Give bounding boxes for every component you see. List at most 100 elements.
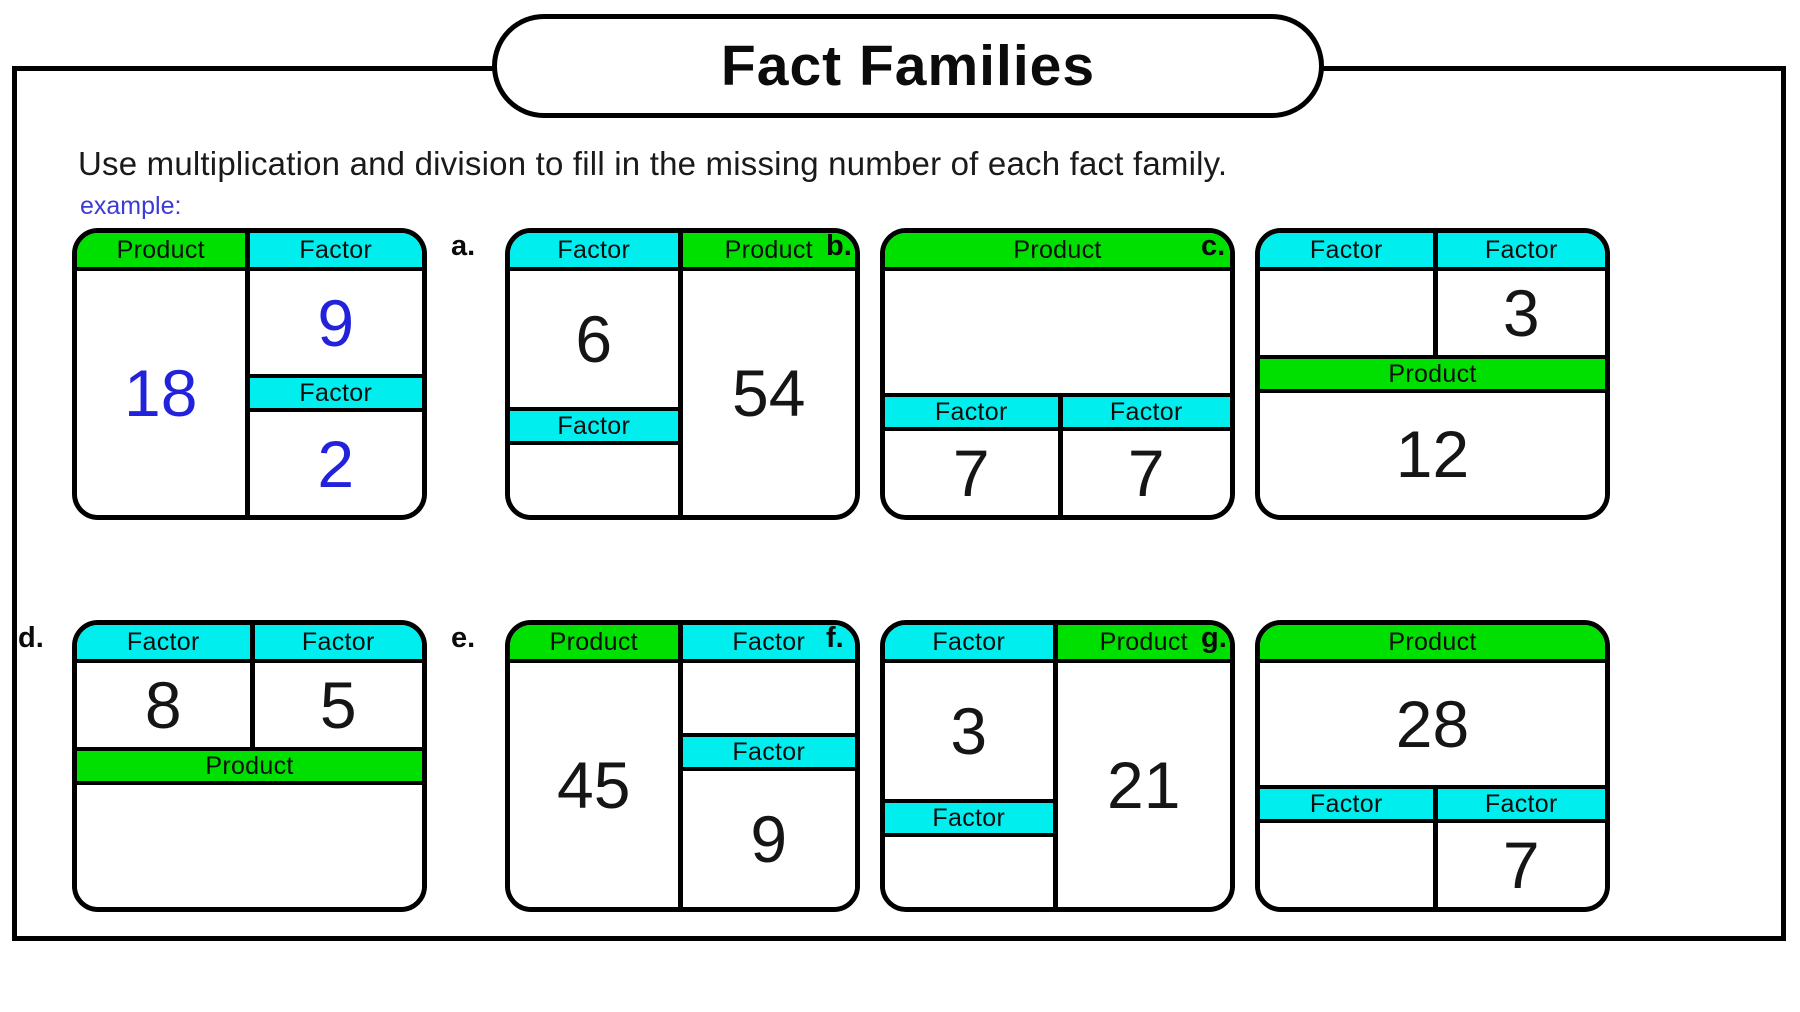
factor-pane: Factor 6 Factor xyxy=(510,233,683,515)
cell-value: 8 xyxy=(144,668,182,742)
cell-value: 7 xyxy=(952,436,990,510)
cell-value: 9 xyxy=(750,802,788,876)
problem-letter: e. xyxy=(451,622,476,654)
factor-pane: Factor 3 Factor xyxy=(885,625,1058,907)
value-cell[interactable]: 12 xyxy=(1260,393,1605,515)
product-pane: Product 45 xyxy=(510,625,683,907)
problem-letter: d. xyxy=(18,622,44,654)
answer-blank[interactable] xyxy=(77,785,422,907)
fact-family-box: Product Factor 7 Factor 7 xyxy=(880,228,1235,520)
factor-half: Factor 7 xyxy=(1057,393,1230,515)
factor-band: Factor 8 Factor 5 xyxy=(77,625,422,747)
factor-band: Factor 7 Factor 7 xyxy=(885,393,1230,515)
answer-blank[interactable] xyxy=(682,663,855,733)
cell-value: 21 xyxy=(1107,748,1181,822)
instruction-text: Use multiplication and division to fill … xyxy=(78,145,1228,182)
problem-letter: c. xyxy=(1201,230,1226,262)
factor-header: Factor xyxy=(1437,233,1605,271)
product-header: Product xyxy=(77,233,245,271)
problem-slot-g: g. Product 28 Factor Factor 7 xyxy=(1201,620,1627,920)
value-cell[interactable]: 21 xyxy=(1057,663,1230,907)
factor-pane: Factor Factor 9 xyxy=(682,625,855,907)
answer-blank[interactable] xyxy=(510,445,678,515)
fact-family-box: Factor 6 Factor Product 54 xyxy=(505,228,860,520)
cell-value: 3 xyxy=(1502,276,1540,350)
cell-value: 3 xyxy=(950,694,988,768)
value-cell[interactable]: 3 xyxy=(1437,271,1605,355)
product-pane: Product 18 xyxy=(77,233,250,515)
problem-slot-d: d. Factor 8 Factor 5 Product xyxy=(18,620,444,920)
factor-band: Factor Factor 3 xyxy=(1260,233,1605,355)
cell-value: 9 xyxy=(317,285,355,360)
factor-header: Factor xyxy=(510,407,678,445)
value-cell[interactable]: 2 xyxy=(249,412,422,515)
cell-value: 18 xyxy=(124,356,198,430)
factor-header: Factor xyxy=(249,374,422,412)
cell-value: 2 xyxy=(317,426,355,501)
problem-slot-a: a. Factor 6 Factor Product 54 xyxy=(451,228,877,528)
cell-value: 6 xyxy=(575,302,613,376)
value-cell[interactable]: 6 xyxy=(510,271,678,407)
value-cell[interactable]: 3 xyxy=(885,663,1053,799)
factor-header: Factor xyxy=(254,625,422,663)
factor-header: Factor xyxy=(885,393,1058,431)
problem-letter: a. xyxy=(451,230,476,262)
problem-slot-c: c. Factor Factor 3 Product 12 xyxy=(1201,228,1627,528)
fact-family-box: Factor 3 Factor Product 21 xyxy=(880,620,1235,912)
problem-slot-b: b. Product Factor 7 Factor 7 xyxy=(826,228,1252,528)
factor-header: Factor xyxy=(510,233,678,271)
answer-blank[interactable] xyxy=(1260,823,1433,907)
factor-header: Factor xyxy=(682,733,855,771)
page-title: Fact Families xyxy=(720,34,1096,98)
product-header: Product xyxy=(1260,355,1605,393)
value-cell[interactable]: 9 xyxy=(682,771,855,907)
factor-half: Factor 3 xyxy=(1432,233,1605,355)
value-cell[interactable]: 9 xyxy=(249,271,422,374)
product-header: Product xyxy=(77,747,422,785)
cell-value: 28 xyxy=(1395,687,1470,761)
factor-header: Factor xyxy=(249,233,422,271)
value-cell[interactable]: 7 xyxy=(1437,823,1605,907)
factor-header: Factor xyxy=(885,625,1053,663)
value-cell[interactable]: 7 xyxy=(885,431,1058,515)
answer-blank[interactable] xyxy=(1260,271,1433,355)
answer-blank[interactable] xyxy=(885,837,1053,907)
factor-half: Factor xyxy=(1260,785,1433,907)
worksheet-page: Fact Families Use multiplication and div… xyxy=(0,0,1800,1012)
cell-value: 54 xyxy=(732,356,806,430)
problem-letter: b. xyxy=(826,230,852,262)
problem-letter: g. xyxy=(1201,622,1227,654)
factor-header: Factor xyxy=(1437,785,1605,823)
problem-letter: f. xyxy=(826,622,844,654)
factor-header: Factor xyxy=(885,799,1053,837)
fact-family-box: Product 28 Factor Factor 7 xyxy=(1255,620,1610,912)
factor-header: Factor xyxy=(1260,785,1433,823)
product-header: Product xyxy=(1260,625,1605,663)
problem-slot-e: e. Product 45 Factor Factor 9 xyxy=(451,620,877,920)
cell-value: 7 xyxy=(1127,436,1165,510)
factor-header: Factor xyxy=(1062,393,1230,431)
value-cell[interactable]: 28 xyxy=(1260,663,1605,785)
value-cell[interactable]: 45 xyxy=(510,663,678,907)
cell-value: 12 xyxy=(1395,417,1470,491)
problem-slot-example: Product 18 Factor 9 Factor 2 xyxy=(72,228,444,528)
fact-family-box: Factor Factor 3 Product 12 xyxy=(1255,228,1610,520)
value-cell[interactable]: 18 xyxy=(77,271,245,515)
cell-value: 7 xyxy=(1502,828,1540,902)
product-header: Product xyxy=(885,233,1230,271)
value-cell[interactable]: 8 xyxy=(77,663,250,747)
value-cell[interactable]: 7 xyxy=(1062,431,1230,515)
product-pane: Product 54 xyxy=(682,233,855,515)
value-cell[interactable]: 54 xyxy=(682,271,855,515)
value-cell[interactable]: 5 xyxy=(254,663,422,747)
product-pane: Product 21 xyxy=(1057,625,1230,907)
title-pill: Fact Families xyxy=(492,14,1324,118)
cell-value: 45 xyxy=(557,748,631,822)
problem-slot-f: f. Factor 3 Factor Product 21 xyxy=(826,620,1252,920)
factor-half: Factor 7 xyxy=(1432,785,1605,907)
fact-family-box: Product 45 Factor Factor 9 xyxy=(505,620,860,912)
answer-blank[interactable] xyxy=(885,271,1230,393)
factor-band: Factor Factor 7 xyxy=(1260,785,1605,907)
factor-half: Factor 5 xyxy=(249,625,422,747)
factor-header: Factor xyxy=(1260,233,1433,271)
